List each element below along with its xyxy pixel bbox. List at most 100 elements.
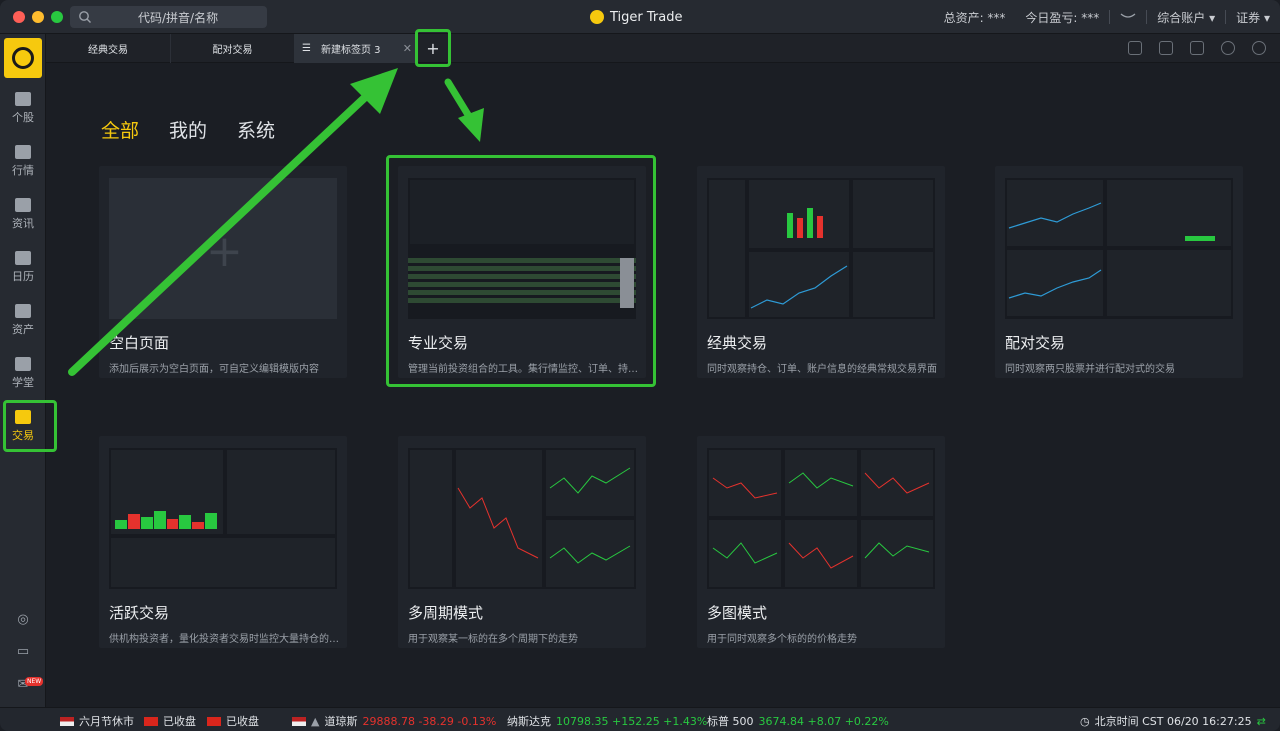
hk-flag-icon — [144, 716, 158, 726]
us-flag-icon — [292, 716, 306, 726]
refresh-icon[interactable] — [1221, 41, 1235, 55]
us-flag-icon — [60, 716, 74, 726]
sidebar-item-academy[interactable]: 学堂 — [0, 357, 46, 390]
highlight-pro-trade-card — [386, 155, 656, 387]
sidebar-item-stock[interactable]: 个股 — [0, 92, 46, 125]
window-maximize-button[interactable] — [51, 11, 63, 23]
search-placeholder: 代码/拼音/名称 — [138, 11, 219, 25]
filter-all[interactable]: 全部 — [101, 116, 139, 143]
window-minimize-button[interactable] — [32, 11, 44, 23]
tabbar-tools — [1128, 41, 1266, 55]
cn-market-status: 已收盘 — [207, 713, 259, 729]
search-input[interactable]: 代码/拼音/名称 — [70, 6, 267, 28]
chart-icon — [15, 92, 31, 106]
dow-index[interactable]: ▲ 道琼斯 29888.78 -38.29 -0.13% — [292, 713, 496, 729]
account-select[interactable]: 综合账户 ▾ — [1147, 9, 1225, 26]
tiger-app-logo[interactable] — [4, 38, 42, 78]
market-select[interactable]: 证券 ▾ — [1226, 9, 1280, 26]
sp500-index[interactable]: 标普 500 3674.84 +8.07 +0.22% — [707, 713, 889, 729]
briefcase-icon[interactable] — [1190, 41, 1204, 55]
sidebar-item-calendar[interactable]: 日历 — [0, 251, 46, 284]
sidebar-item-label: 行情 — [12, 164, 34, 177]
cn-flag-icon — [207, 716, 221, 726]
template-card-classic-trade[interactable]: 经典交易 同时观察持仓、订单、账户信息的经典常规交易界面 — [697, 166, 945, 378]
tiger-logo-icon — [590, 10, 604, 24]
tab-label: 配对交易 — [212, 45, 253, 56]
filter-system[interactable]: 系统 — [237, 116, 275, 143]
titlebar-right: 总资产: *** 今日盈亏: *** 综合账户 ▾ 证券 ▾ — [934, 0, 1280, 34]
sidebar-item-label: 个股 — [12, 111, 34, 124]
status-text: 六月节休市 — [79, 715, 134, 728]
tab-close-icon[interactable]: ✕ — [403, 42, 412, 55]
template-thumbnail — [707, 448, 935, 589]
sidebar-item-label: 学堂 — [12, 376, 34, 389]
headset-icon[interactable]: ◎ — [0, 612, 46, 627]
status-text: 已收盘 — [163, 715, 196, 728]
template-desc: 用于同时观察多个标的的价格走势 — [707, 634, 857, 645]
template-desc: 同时观察两只股票并进行配对式的交易 — [1005, 364, 1175, 375]
template-title: 配对交易 — [1005, 334, 1066, 352]
template-thumbnail — [408, 448, 636, 589]
lock-icon[interactable] — [1128, 41, 1142, 55]
filter-mine[interactable]: 我的 — [169, 116, 207, 143]
template-card-active-trade[interactable]: 活跃交易 供机构投资者，量化投资者交易时监控大量持仓的工具 — [99, 436, 347, 648]
tab-bar: 经典交易 配对交易 ☰ 新建标签页 3 ✕ + — [46, 34, 1280, 63]
search-icon — [79, 11, 91, 23]
sidebar-item-assets[interactable]: 资产 — [0, 304, 46, 337]
template-thumbnail — [707, 178, 935, 319]
index-value: 29888.78 -38.29 -0.13% — [362, 714, 497, 728]
account-label: 综合账户 — [1157, 10, 1206, 25]
today-pnl: 今日盈亏: *** — [1025, 10, 1100, 25]
total-assets: 总资产: *** — [943, 10, 1006, 25]
hide-eye-icon[interactable] — [1110, 10, 1146, 24]
calendar-icon — [15, 251, 31, 265]
index-name: 标普 500 — [707, 715, 754, 728]
template-card-blank[interactable]: + 空白页面 添加后展示为空白页面，可自定义编辑模版内容 — [99, 166, 347, 378]
new-badge: NEW — [25, 677, 44, 686]
template-title: 多图模式 — [707, 604, 768, 622]
template-title: 活跃交易 — [109, 604, 170, 622]
tab-new-page-3[interactable]: ☰ 新建标签页 3 ✕ — [294, 34, 416, 63]
bar-chart-icon — [15, 145, 31, 159]
app-brand: Tiger Trade — [590, 8, 682, 26]
app-title: Tiger Trade — [610, 9, 683, 25]
tab-label: 新建标签页 3 — [320, 45, 381, 56]
index-name: 纳斯达克 — [507, 715, 551, 728]
market-label: 证券 — [1236, 10, 1261, 25]
clock-icon: ◷ — [1080, 714, 1090, 728]
tab-pair-trade[interactable]: 配对交易 — [170, 34, 294, 63]
nasdaq-index[interactable]: 纳斯达克 10798.35 +152.25 +1.43% — [507, 713, 707, 729]
template-card-pair-trade[interactable]: 配对交易 同时观察两只股票并进行配对式的交易 — [995, 166, 1243, 378]
sidebar-item-news[interactable]: 资讯 — [0, 198, 46, 231]
chat-icon[interactable]: ▭ — [0, 644, 46, 659]
template-title: 经典交易 — [707, 334, 768, 352]
template-thumbnail — [109, 448, 337, 589]
title-bar: 代码/拼音/名称 Tiger Trade 总资产: *** 今日盈亏: *** … — [0, 0, 1280, 34]
help-icon[interactable] — [1252, 41, 1266, 55]
video-icon — [15, 357, 31, 371]
filter-tabs: 全部 我的 系统 — [101, 116, 275, 143]
template-desc: 用于观察某一标的在多个周期下的走势 — [408, 634, 578, 645]
window-close-button[interactable] — [13, 11, 25, 23]
news-icon — [15, 198, 31, 212]
sidebar-item-label: 日历 — [12, 270, 34, 283]
template-desc: 同时观察持仓、订单、账户信息的经典常规交易界面 — [707, 364, 937, 375]
template-gallery: 全部 我的 系统 + 空白页面 添加后展示为空白页面，可自定义编辑模版内容 专业… — [46, 63, 1280, 707]
sidebar-item-quotes[interactable]: 行情 — [0, 145, 46, 178]
wallet-icon — [15, 304, 31, 318]
highlight-add-tab — [415, 29, 451, 67]
menu-icon[interactable]: ☰ — [302, 43, 311, 54]
connection-icon: ⇄ — [1256, 714, 1266, 728]
template-card-multi-period[interactable]: 多周期模式 用于观察某一标的在多个周期下的走势 — [398, 436, 646, 648]
index-value: 3674.84 +8.07 +0.22% — [758, 714, 889, 728]
template-card-multi-chart[interactable]: 多图模式 用于同时观察多个标的的价格走势 — [697, 436, 945, 648]
tab-label: 经典交易 — [88, 45, 128, 56]
magnet-icon[interactable] — [1159, 41, 1173, 55]
plus-icon: + — [206, 226, 243, 277]
app-window: 代码/拼音/名称 Tiger Trade 总资产: *** 今日盈亏: *** … — [0, 0, 1280, 731]
tab-classic-trade[interactable]: 经典交易 — [46, 34, 170, 63]
template-thumbnail — [1005, 178, 1233, 319]
status-bar: 六月节休市 已收盘 已收盘 ▲ 道琼斯 29888.78 -38.29 -0.13%… — [0, 707, 1280, 731]
clock-text: 北京时间 CST 06/20 16:27:25 — [1094, 715, 1252, 728]
sidebar-item-label: 资产 — [12, 323, 34, 336]
